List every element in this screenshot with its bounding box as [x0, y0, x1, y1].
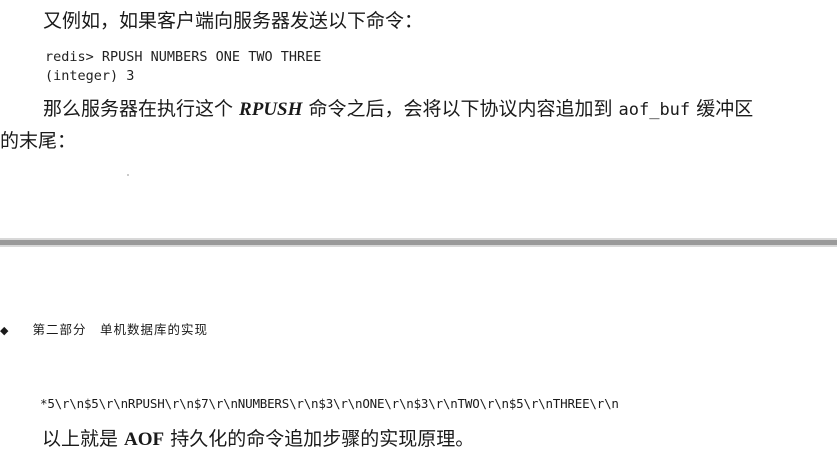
summary-paragraph: 以上就是 AOF 持久化的命令追加步骤的实现原理。 [42, 428, 474, 451]
section-header: ◆ 第二部分 单机数据库的实现 [0, 319, 208, 338]
code-line-rpush: redis> RPUSH NUMBERS ONE TWO THREE [45, 49, 322, 65]
explanation-text-3: 缓冲区 [690, 98, 754, 120]
explanation-text-1: 那么服务器在执行这个 [43, 98, 240, 120]
section-header-text: 第二部分 单机数据库的实现 [32, 322, 208, 337]
aof-protocol-content: *5\r\n$5\r\nRPUSH\r\n$7\r\nNUMBERS\r\n$3… [40, 396, 619, 411]
code-line-result: (integer) 3 [45, 68, 135, 84]
scan-speck [127, 174, 129, 176]
aof-term: AOF [124, 429, 165, 450]
page-break-divider [0, 238, 837, 247]
explanation-paragraph-line2: 的末尾： [0, 130, 77, 152]
summary-text-2: 持久化的命令追加步骤的实现原理。 [164, 428, 475, 450]
aof-buf-identifier: aof_buf [618, 100, 691, 120]
explanation-paragraph-line1: 那么服务器在执行这个 RPUSH 命令之后，会将以下协议内容追加到 aof_bu… [43, 98, 753, 121]
rpush-command: RPUSH [239, 99, 303, 120]
intro-paragraph: 又例如，如果客户端向服务器发送以下命令： [43, 10, 424, 32]
summary-text-1: 以上就是 [42, 428, 125, 450]
diamond-bullet-icon: ◆ [0, 324, 10, 337]
explanation-text-2: 命令之后，会将以下协议内容追加到 [302, 98, 619, 120]
